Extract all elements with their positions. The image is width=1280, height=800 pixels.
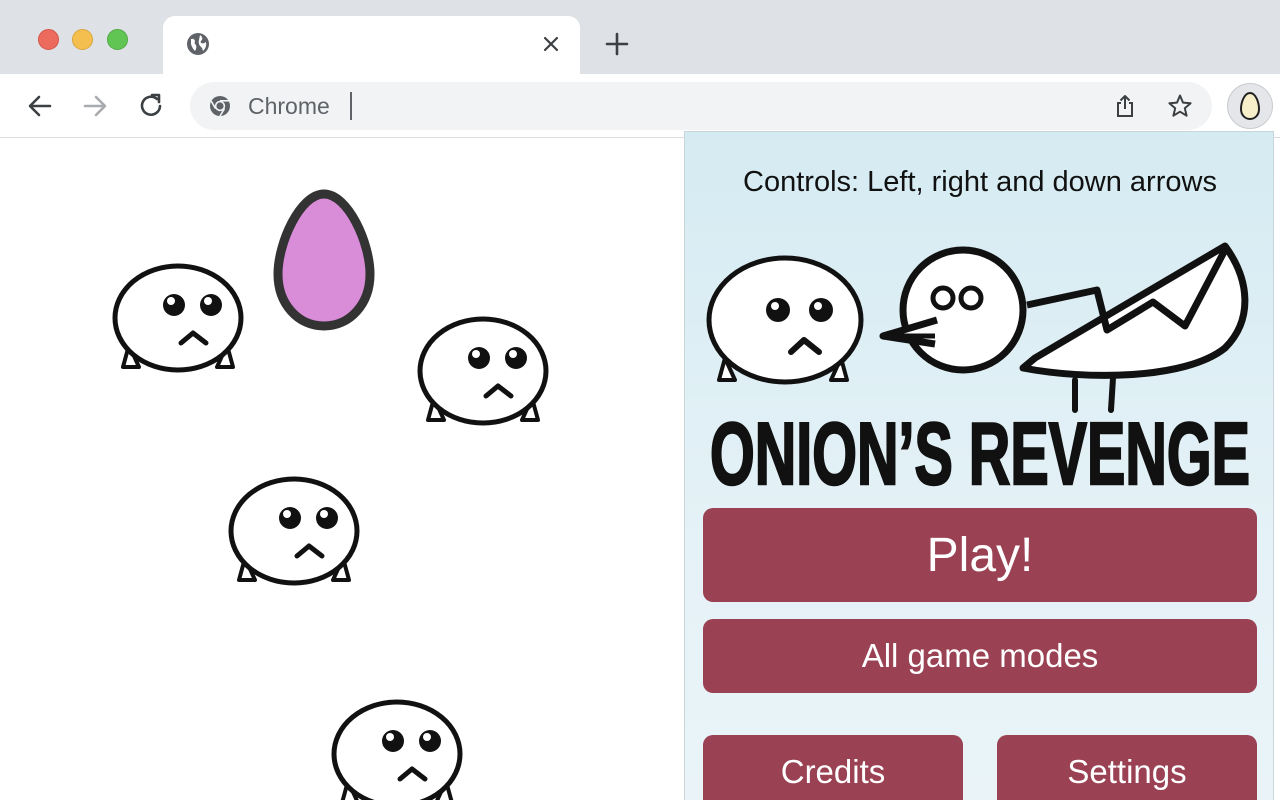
window-zoom-button[interactable] [107, 29, 128, 50]
onion-enemy [112, 263, 244, 373]
controls-instructions: Controls: Left, right and down arrows [743, 166, 1217, 198]
game-logo-art [706, 242, 1249, 413]
window-minimize-button[interactable] [72, 29, 93, 50]
text-cursor [350, 92, 352, 120]
browser-toolbar: Chrome [0, 74, 1280, 138]
tab-strip [0, 0, 1280, 74]
site-label: Chrome [248, 93, 330, 119]
onion-enemy [228, 476, 360, 586]
bookmark-star-icon[interactable] [1167, 93, 1193, 119]
browser-tab[interactable] [163, 16, 580, 74]
address-bar[interactable]: Chrome [190, 82, 1212, 130]
credits-button[interactable]: Credits [703, 735, 963, 800]
window-close-button[interactable] [38, 29, 59, 50]
settings-button[interactable]: Settings [997, 735, 1257, 800]
close-icon [543, 36, 559, 52]
globe-icon [187, 33, 209, 55]
forward-icon[interactable] [80, 91, 110, 121]
game-title: ONION’S REVENGE [709, 412, 1252, 492]
back-icon[interactable] [25, 91, 55, 121]
play-button[interactable]: Play! [703, 508, 1257, 602]
tab-close-button[interactable] [539, 32, 563, 56]
chrome-icon [210, 96, 230, 117]
onion-enemy [331, 699, 463, 800]
plus-icon[interactable] [604, 31, 630, 57]
extension-button[interactable] [1227, 83, 1273, 129]
game-title-text: ONION’S REVENGE [710, 412, 1250, 492]
browser-window: Chrome Controls: Left, right and down ar… [0, 0, 1280, 800]
falling-egg [273, 189, 375, 331]
extension-popup: Controls: Left, right and down arrows ON… [684, 131, 1274, 800]
share-icon[interactable] [1112, 93, 1138, 119]
reload-icon[interactable] [136, 91, 166, 121]
all-game-modes-button[interactable]: All game modes [703, 619, 1257, 693]
onion-enemy [417, 316, 549, 426]
egg-icon [1239, 91, 1261, 121]
